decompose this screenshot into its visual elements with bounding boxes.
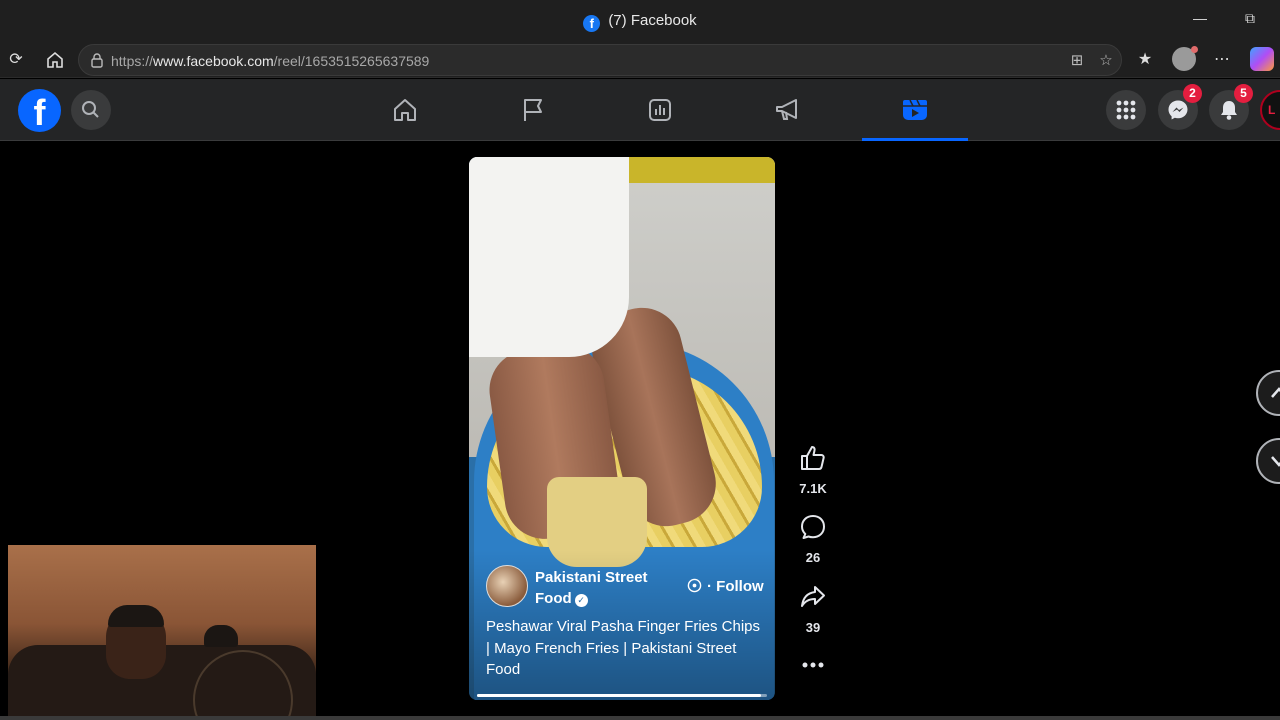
tab-video[interactable] — [860, 87, 970, 141]
copilot-icon[interactable] — [1250, 47, 1274, 71]
chart-icon — [649, 99, 671, 121]
flag-icon — [524, 99, 542, 121]
address-bar[interactable]: https://www.facebook.com/reel/1653515265… — [78, 44, 1122, 76]
more-dots-icon — [802, 662, 824, 668]
app-available-icon[interactable]: ⊞ — [1067, 51, 1087, 71]
home-button-icon[interactable] — [43, 48, 67, 72]
url-path: /reel/1653515265637589 — [273, 53, 430, 69]
more-options-icon[interactable]: ⋯ — [1210, 48, 1234, 72]
webcam-overlay — [8, 545, 316, 720]
share-count: 39 — [805, 620, 821, 635]
account-avatar-text: L — [1268, 103, 1276, 117]
grid-menu-icon — [1116, 100, 1136, 120]
video-progress-bar[interactable] — [477, 694, 767, 697]
megaphone-icon — [776, 99, 797, 120]
page-name: Pakistani Street Food — [535, 569, 648, 607]
chevron-down-icon — [1271, 456, 1280, 467]
share-icon — [801, 586, 825, 607]
like-count: 7.1K — [799, 481, 827, 496]
reel-caption[interactable]: Peshawar Viral Pasha Finger Fries Chips … — [486, 616, 766, 681]
messenger-icon — [1168, 100, 1188, 120]
notifications-button[interactable]: 5 — [1209, 84, 1253, 130]
page-name-link[interactable]: Pakistani Street Food ✓ — [535, 567, 665, 609]
bottom-strip — [0, 716, 1280, 720]
reel-video[interactable]: Pakistani Street Food ✓ · Follow Peshawar… — [469, 157, 775, 700]
favorites-icon[interactable]: ★ — [1133, 48, 1157, 72]
url-text[interactable]: https://www.facebook.com/reel/1653515265… — [111, 53, 429, 69]
lock-icon[interactable] — [89, 52, 105, 68]
logo-letter: f — [33, 92, 46, 132]
url-domain: www.facebook.com — [153, 53, 274, 69]
reload-icon[interactable]: ⟳ — [4, 48, 28, 72]
verified-badge-icon: ✓ — [574, 594, 588, 607]
minimize-icon[interactable]: — — [1188, 10, 1212, 30]
tab-home[interactable] — [350, 87, 460, 133]
comment-button[interactable]: 26 — [793, 513, 833, 565]
notifications-badge: 5 — [1234, 84, 1253, 103]
comment-count: 26 — [805, 550, 821, 565]
browser-title-bar: f (7) Facebook — ⧉ — [0, 0, 1280, 42]
url-prefix: https:// — [111, 53, 154, 69]
video-icon — [903, 99, 927, 120]
menu-button[interactable] — [1106, 90, 1146, 130]
home-icon — [394, 99, 416, 121]
webcam-cap — [108, 605, 164, 627]
video-sleeve — [469, 157, 629, 357]
browser-profile-avatar[interactable] — [1172, 46, 1198, 71]
next-reel-button[interactable] — [1256, 438, 1280, 484]
facebook-logo[interactable]: f — [18, 89, 61, 132]
favorite-star-icon[interactable]: ☆ — [1096, 51, 1116, 71]
window-title: f (7) Facebook — [0, 12, 1280, 32]
search-button[interactable] — [71, 90, 111, 130]
chevron-up-icon — [1271, 387, 1280, 398]
share-button[interactable]: 39 — [793, 583, 833, 635]
like-button[interactable]: 7.1K — [793, 444, 833, 496]
comment-icon — [801, 515, 825, 539]
page-avatar[interactable] — [486, 565, 528, 607]
more-actions-button[interactable] — [793, 656, 833, 679]
webcam-hat — [204, 625, 238, 647]
globe-icon — [687, 578, 702, 593]
tab-pages[interactable] — [478, 87, 588, 133]
restore-icon[interactable]: ⧉ — [1238, 10, 1262, 30]
messenger-badge: 2 — [1183, 84, 1202, 103]
messenger-button[interactable]: 2 — [1158, 84, 1202, 130]
account-avatar[interactable]: L — [1260, 90, 1280, 130]
tab-marketing[interactable] — [733, 87, 843, 133]
facebook-favicon-icon: f — [583, 15, 601, 32]
browser-toolbar: ⟳ https://www.facebook.com/reel/16535152… — [0, 42, 1280, 78]
search-icon — [82, 101, 99, 118]
follow-label: Follow — [716, 578, 764, 595]
tab-title: (7) Facebook — [608, 12, 697, 29]
follow-button[interactable]: · Follow — [707, 578, 764, 595]
follow-separator: · — [707, 578, 712, 595]
like-icon — [801, 446, 825, 470]
previous-reel-button[interactable] — [1256, 370, 1280, 416]
video-progress-fill — [477, 694, 762, 697]
facebook-top-nav: f 2 5 L — [0, 79, 1280, 141]
tab-ads-manager[interactable] — [605, 87, 715, 133]
bell-icon — [1221, 101, 1237, 120]
video-detail — [629, 157, 775, 183]
